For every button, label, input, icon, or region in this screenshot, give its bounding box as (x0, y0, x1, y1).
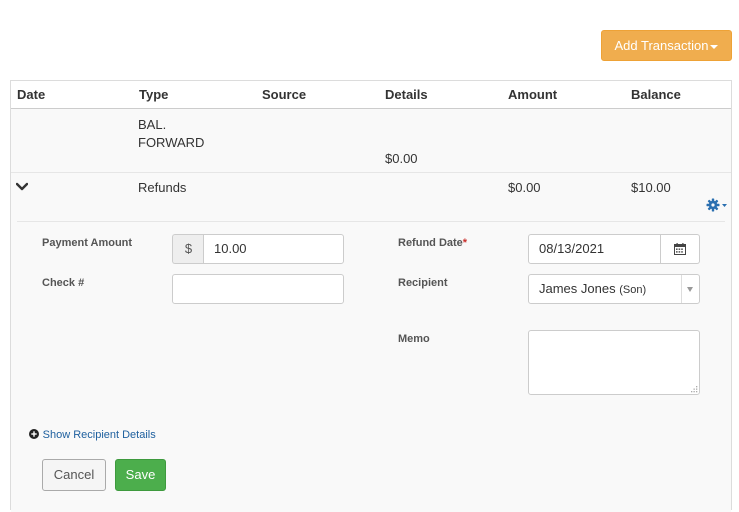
row-divider (17, 221, 725, 222)
check-number-input[interactable] (172, 274, 344, 304)
table-row-balance-forward: BAL. FORWARD $0.00 (11, 109, 731, 172)
calendar-button[interactable] (661, 234, 700, 264)
add-transaction-button[interactable]: Add Transaction (601, 30, 732, 61)
cancel-button[interactable]: Cancel (42, 459, 106, 491)
check-number-label: Check # (42, 277, 85, 289)
column-header-source: Source (262, 87, 307, 102)
column-header-type: Type (139, 87, 169, 102)
chevron-down-icon[interactable] (16, 182, 28, 192)
recipient-relation: (Son) (619, 284, 647, 296)
column-header-date: Date (17, 87, 46, 102)
balance-forward-details: $0.00 (385, 151, 418, 166)
resize-grip-icon[interactable] (690, 385, 698, 393)
save-button[interactable]: Save (115, 459, 166, 491)
transactions-panel: Date Type Source Details Amount Balance … (10, 80, 732, 512)
memo-label: Memo (398, 333, 430, 345)
memo-textarea[interactable] (528, 330, 700, 395)
gear-icon[interactable] (706, 198, 728, 212)
payment-amount-label: Payment Amount (42, 237, 133, 249)
payment-amount-input[interactable]: 10.00 (203, 234, 344, 264)
balance-forward-type: BAL. FORWARD (138, 116, 204, 152)
balance-forward-type-line1: BAL. (138, 117, 167, 132)
column-header-amount: Amount (508, 87, 558, 102)
currency-addon: $ (172, 234, 204, 264)
recipient-select[interactable]: James Jones (Son) (528, 274, 700, 304)
add-transaction-label: Add Transaction (614, 38, 709, 53)
show-recipient-details-text: Show Recipient Details (42, 429, 156, 441)
column-header-details: Details (385, 87, 428, 102)
refund-type: Refunds (138, 180, 187, 195)
refund-balance: $10.00 (631, 180, 671, 195)
refund-date-input[interactable]: 08/13/2021 (528, 234, 661, 264)
refund-date-label: Refund Date* (398, 237, 467, 249)
recipient-name: James Jones (539, 281, 616, 296)
caret-down-icon (710, 44, 719, 49)
table-header: Date Type Source Details Amount Balance (11, 81, 731, 109)
plus-circle-icon (29, 429, 39, 439)
refund-amount: $0.00 (508, 180, 541, 195)
refund-date-label-text: Refund Date (398, 237, 463, 249)
required-mark: * (462, 237, 468, 249)
table-row-refund: Refunds $0.00 $10.00 Payment Amount $ 10… (11, 172, 731, 512)
column-header-balance: Balance (631, 87, 681, 102)
calendar-icon (674, 243, 686, 255)
dropdown-arrow-icon (681, 275, 699, 303)
show-recipient-details-link[interactable]: Show Recipient Details (29, 426, 156, 441)
recipient-label: Recipient (398, 277, 448, 289)
balance-forward-type-line2: FORWARD (138, 135, 205, 150)
